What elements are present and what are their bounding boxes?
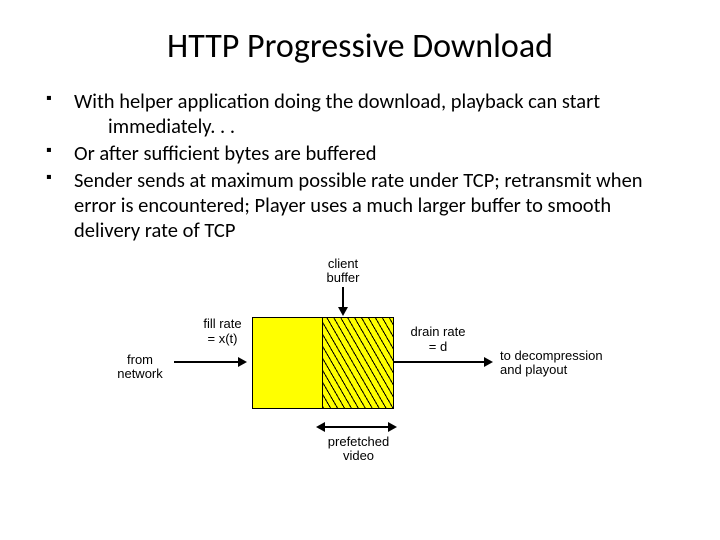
bullet-1-text: With helper application doing the downlo… [74, 88, 600, 114]
arrow-out-line [394, 361, 484, 363]
bullet-2: Or after sufficient bytes are buffered [40, 141, 680, 166]
buffer-prefetch-zone [322, 317, 394, 409]
label-to-decompression: to decompressionand playout [500, 349, 620, 378]
arrow-prefetch-line [325, 426, 388, 428]
label-drain-rate: drain rate= d [403, 325, 473, 355]
slide-title: HTTP Progressive Download [40, 26, 680, 67]
buffer-filled-zone [252, 317, 324, 409]
label-prefetched-video: prefetchedvideo [316, 435, 401, 464]
label-fill-rate: fill rate= x(t) [195, 317, 250, 347]
label-client-buffer: clientbuffer [313, 257, 373, 286]
bullet-3: Sender sends at maximum possible rate un… [40, 168, 680, 243]
bullet-1-cont: immediately. . . [74, 114, 680, 139]
bullet-1: With helper application doing the downlo… [40, 89, 680, 139]
arrow-prefetch-right [388, 422, 397, 432]
arrow-client-buffer-head [338, 307, 348, 316]
bullet-3-text: Sender sends at maximum possible rate un… [74, 167, 643, 243]
arrow-out-head [484, 357, 493, 367]
buffer-diagram: clientbuffer fromnetwork fill rate= x(t)… [40, 257, 680, 467]
arrow-in-line [174, 361, 238, 363]
bullet-list: With helper application doing the downlo… [40, 89, 680, 243]
arrow-client-buffer-line [342, 287, 344, 307]
arrow-prefetch-left [316, 422, 325, 432]
label-from-network: fromnetwork [110, 353, 170, 382]
arrow-in-head [238, 357, 247, 367]
